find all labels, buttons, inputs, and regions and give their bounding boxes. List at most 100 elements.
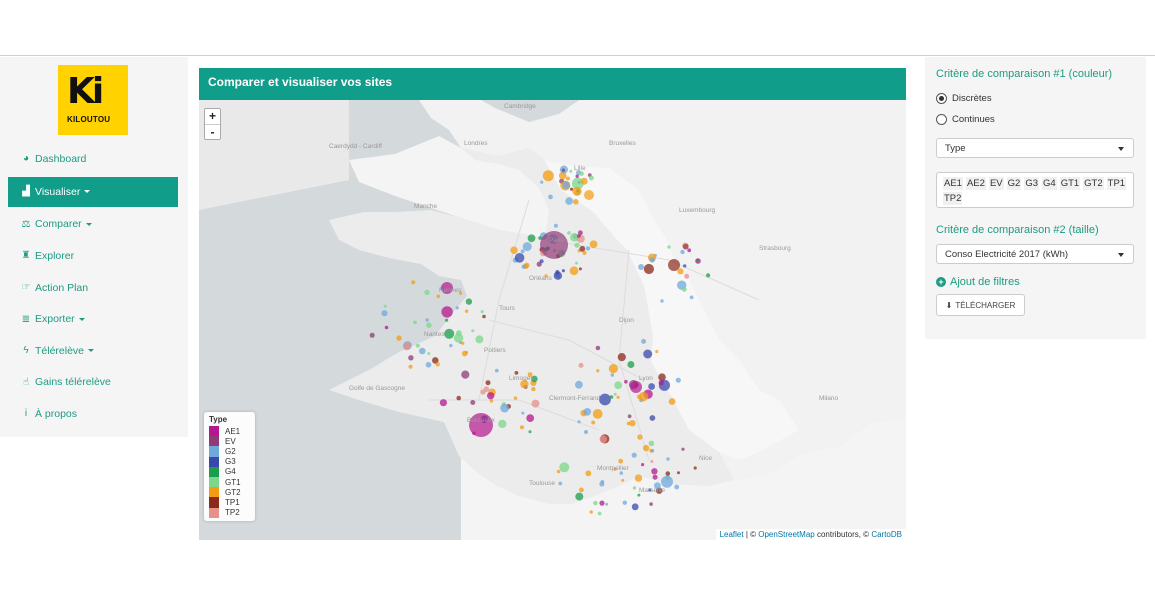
site-marker[interactable] [681, 447, 685, 451]
site-marker[interactable] [591, 420, 596, 425]
site-marker[interactable] [624, 379, 628, 384]
kiloutou-logo[interactable]: Ki KILOUTOU [58, 65, 128, 135]
site-marker[interactable] [592, 409, 603, 419]
sidebar-item-dashboard[interactable]: ◕ Dashboard [8, 143, 178, 175]
site-marker[interactable] [561, 168, 566, 172]
sidebar-item-explorer[interactable]: ♜ Explorer [8, 240, 178, 272]
site-marker[interactable] [419, 347, 426, 355]
site-marker[interactable] [577, 234, 581, 238]
site-marker[interactable] [445, 318, 449, 322]
site-marker[interactable] [626, 421, 631, 426]
site-marker[interactable] [494, 368, 499, 373]
site-marker[interactable] [684, 273, 690, 279]
site-marker[interactable] [565, 176, 570, 181]
site-marker[interactable] [599, 500, 605, 506]
tag[interactable]: GT1 [1059, 177, 1081, 190]
site-marker[interactable] [567, 231, 571, 235]
sidebar-item-comparer[interactable]: ⚖ Comparer [8, 209, 178, 241]
site-marker[interactable] [513, 396, 518, 400]
site-marker[interactable] [630, 381, 642, 393]
site-marker[interactable] [665, 471, 671, 476]
site-marker[interactable] [680, 249, 685, 255]
site-marker[interactable] [638, 264, 645, 270]
osm-link[interactable]: OpenStreetMap [758, 530, 814, 539]
site-marker[interactable] [599, 393, 611, 406]
site-marker[interactable] [408, 355, 414, 361]
site-marker[interactable] [579, 487, 584, 493]
site-marker[interactable] [441, 306, 453, 318]
site-marker[interactable] [435, 362, 440, 367]
site-marker[interactable] [589, 240, 598, 249]
site-marker[interactable] [444, 328, 455, 339]
site-marker[interactable] [426, 322, 432, 328]
site-marker[interactable] [575, 492, 584, 501]
site-marker[interactable] [569, 266, 579, 276]
site-marker[interactable] [608, 364, 618, 374]
site-marker[interactable] [482, 314, 486, 319]
site-marker[interactable] [641, 463, 645, 467]
site-marker[interactable] [652, 474, 658, 480]
site-marker[interactable] [565, 197, 573, 205]
site-marker[interactable] [609, 395, 614, 399]
sidebar-item-action-plan[interactable]: ☞ Action Plan [8, 272, 178, 304]
site-marker[interactable] [439, 399, 447, 407]
site-marker[interactable] [661, 475, 673, 488]
type-tags-input[interactable]: AE1 AE2 EV G2 G3 G4 GT1 GT2 TP1 TP2 [936, 172, 1134, 208]
site-marker[interactable] [461, 370, 470, 379]
site-marker[interactable] [584, 430, 588, 434]
site-marker[interactable] [531, 386, 536, 392]
leaflet-map[interactable]: Cambridge Londres Caerdydd - Cardiff Bruxel… [199, 100, 906, 540]
site-marker[interactable] [520, 249, 525, 254]
site-marker[interactable] [693, 466, 697, 470]
site-marker[interactable] [666, 457, 670, 461]
add-filters-link[interactable]: + Ajout de filtres [936, 276, 1135, 288]
site-marker[interactable] [610, 373, 614, 377]
site-marker[interactable] [689, 295, 694, 300]
site-marker[interactable] [599, 481, 605, 487]
site-marker[interactable] [682, 243, 689, 250]
site-marker[interactable] [470, 400, 476, 405]
site-marker[interactable] [425, 362, 432, 368]
site-marker[interactable] [465, 298, 473, 305]
site-marker[interactable] [674, 484, 680, 490]
site-marker[interactable] [695, 258, 699, 262]
criteria-1-select[interactable]: Type [936, 138, 1134, 158]
zoom-out-button[interactable]: - [205, 124, 220, 139]
map-canvas[interactable]: Cambridge Londres Caerdydd - Cardiff Bruxel… [199, 100, 906, 540]
site-marker[interactable] [569, 169, 573, 173]
sidebar-item-gains-telereleve[interactable]: ☝ Gains télérelève [8, 367, 178, 399]
site-marker[interactable] [618, 458, 624, 464]
site-marker[interactable] [411, 280, 416, 285]
site-marker[interactable] [650, 460, 654, 463]
tag[interactable]: G2 [1006, 177, 1022, 190]
site-marker[interactable] [638, 391, 649, 402]
tag[interactable]: G4 [1042, 177, 1057, 190]
site-marker[interactable] [456, 395, 462, 401]
site-marker[interactable] [572, 186, 582, 196]
tag[interactable]: AE1 [943, 177, 963, 190]
site-marker[interactable] [553, 271, 563, 280]
criteria-2-select[interactable]: Conso Electricité 2017 (kWh) [936, 244, 1134, 264]
site-marker[interactable] [514, 253, 525, 263]
tag[interactable]: G3 [1024, 177, 1039, 190]
site-marker[interactable] [617, 353, 626, 362]
zoom-in-button[interactable]: + [205, 109, 220, 124]
site-marker[interactable] [605, 502, 609, 506]
sidebar-item-exporter[interactable]: ≣ Exporter [8, 303, 178, 335]
tag[interactable]: TP2 [943, 192, 963, 205]
site-marker[interactable] [528, 430, 532, 434]
site-marker[interactable] [648, 440, 655, 447]
tag[interactable]: TP1 [1106, 177, 1127, 190]
site-marker[interactable] [483, 386, 490, 393]
site-marker[interactable] [475, 335, 484, 344]
site-marker[interactable] [651, 468, 658, 475]
site-marker[interactable] [381, 310, 388, 317]
site-marker[interactable] [642, 444, 650, 452]
site-marker[interactable] [668, 398, 676, 405]
sidebar-item-telereleve[interactable]: ϟ Télérelève [8, 335, 178, 367]
site-marker[interactable] [578, 267, 582, 271]
site-marker[interactable] [531, 399, 540, 408]
site-marker[interactable] [425, 318, 429, 322]
site-marker[interactable] [649, 502, 653, 506]
site-marker[interactable] [498, 419, 507, 429]
